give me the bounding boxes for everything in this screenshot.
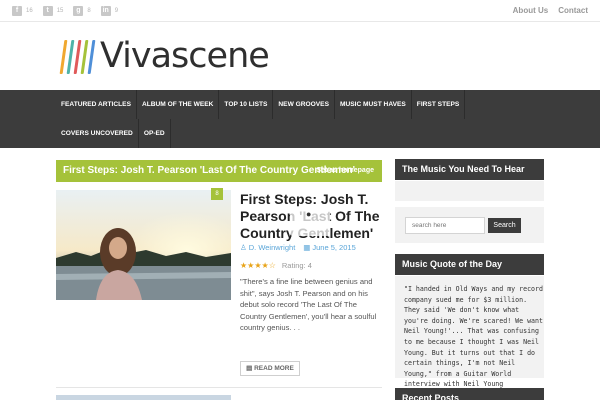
- contact-link[interactable]: Contact: [558, 6, 588, 15]
- social-links: f 16 t 15 g8 in 9: [12, 6, 118, 16]
- nav-featured-articles[interactable]: Featured Articles: [56, 90, 137, 119]
- set-homepage-link[interactable]: Set as homepage: [316, 167, 374, 174]
- twitter-icon: t: [42, 6, 53, 16]
- read-more-label: READ MORE: [254, 365, 294, 372]
- rating-label: Rating: 4: [281, 261, 312, 270]
- main-nav: Featured Articles Album Of The Week Top …: [0, 90, 600, 148]
- post-thumbnail[interactable]: [56, 190, 231, 300]
- next-post-thumbnail[interactable]: [56, 395, 231, 400]
- site-logo[interactable]: Vivascene: [59, 36, 270, 76]
- play-icon: ●: [306, 209, 312, 219]
- top-bar: f 16 t 15 g8 in 9 About Us Contact: [0, 0, 600, 22]
- nav-album-of-the-week[interactable]: Album Of The Week: [137, 90, 220, 119]
- post-date: June 5, 2015: [312, 243, 356, 252]
- quote-widget-title: Music Quote of the Day: [395, 254, 544, 275]
- post-divider: [56, 387, 382, 388]
- nav-op-ed[interactable]: Op-Ed: [139, 119, 171, 148]
- facebook-link[interactable]: f 16: [12, 6, 33, 16]
- post-excerpt: "There's a fine line between genius and …: [240, 277, 377, 333]
- facebook-count: 16: [26, 8, 33, 14]
- read-more-icon: ▤: [246, 365, 255, 372]
- post-author-wrap[interactable]: ♙ D. Weinwright: [240, 243, 295, 252]
- nav-covers-uncovered[interactable]: Covers Uncovered: [56, 119, 139, 148]
- media-overlay[interactable]: ●: [290, 206, 330, 236]
- top-links: About Us Contact: [513, 6, 588, 15]
- rating-stars-icon: ★★★★☆: [240, 261, 276, 270]
- calendar-icon: ▦: [303, 243, 311, 252]
- about-us-link[interactable]: About Us: [513, 6, 549, 15]
- googleplus-icon: g: [73, 6, 84, 16]
- post-meta: ♙ D. Weinwright ▦ June 5, 2015: [240, 243, 356, 252]
- linkedin-icon: in: [100, 6, 111, 16]
- logo-bars-icon: [59, 38, 98, 74]
- facebook-icon: f: [12, 6, 22, 16]
- quote-text: "I handed in Old Ways and my record comp…: [404, 285, 543, 389]
- twitter-count: 15: [56, 8, 64, 14]
- recent-posts-title: Recent Posts: [395, 388, 544, 400]
- logo-text: Vivascene: [100, 36, 270, 76]
- post-date-wrap: ▦ June 5, 2015: [303, 243, 355, 252]
- nav-first-steps[interactable]: First Steps: [412, 90, 466, 119]
- nav-music-must-haves[interactable]: Music Must Haves: [335, 90, 412, 119]
- linkedin-count: 9: [114, 8, 119, 14]
- search-button[interactable]: Search: [488, 218, 521, 233]
- comment-count-badge[interactable]: 8: [211, 188, 223, 200]
- linkedin-link[interactable]: in 9: [100, 6, 119, 16]
- search-input[interactable]: [405, 217, 485, 234]
- nav-top-10-lists[interactable]: Top 10 Lists: [219, 90, 274, 119]
- post-rating: ★★★★☆ Rating: 4: [240, 261, 312, 270]
- read-more-button[interactable]: ▤ READ MORE: [240, 361, 300, 376]
- featured-headline: First Steps: Josh T. Pearson 'Last Of Th…: [63, 165, 356, 176]
- user-icon: ♙: [240, 243, 247, 252]
- music-widget-body: [395, 181, 544, 201]
- googleplus-count: 8: [87, 8, 91, 14]
- twitter-link[interactable]: t 15: [42, 6, 64, 16]
- featured-headline-bar[interactable]: First Steps: Josh T. Pearson 'Last Of Th…: [56, 160, 382, 182]
- post-author: D. Weinwright: [248, 243, 296, 252]
- nav-new-grooves[interactable]: New Grooves: [273, 90, 335, 119]
- googleplus-link[interactable]: g8: [73, 6, 91, 16]
- music-widget-title: The Music You Need To Hear: [395, 159, 544, 180]
